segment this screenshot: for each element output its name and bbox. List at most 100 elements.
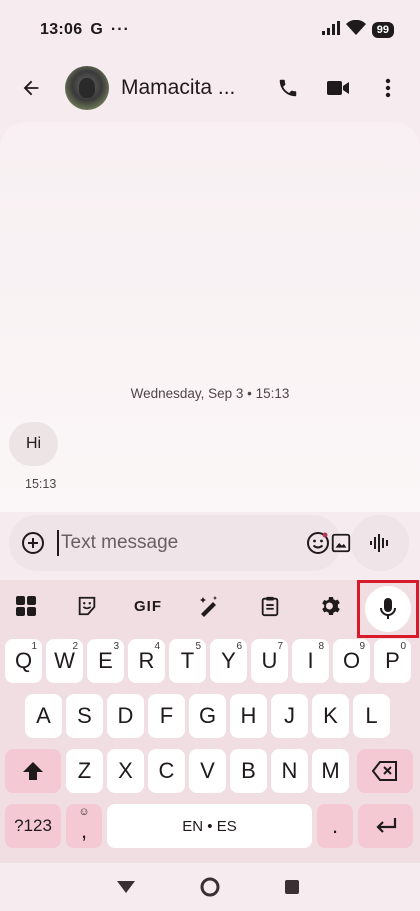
period-key[interactable]: . [317, 804, 353, 848]
key-s[interactable]: S [66, 694, 103, 738]
key-hint: 5 [195, 641, 201, 652]
voice-input-highlight [357, 580, 419, 638]
key-d[interactable]: D [107, 694, 144, 738]
key-w[interactable]: W2 [46, 639, 83, 683]
key-q[interactable]: Q1 [5, 639, 42, 683]
key-hint: 6 [236, 641, 242, 652]
key-hint: 4 [154, 641, 160, 652]
video-call-icon [327, 81, 349, 95]
message-input[interactable] [57, 530, 306, 556]
app-bar: Mamacita ... [0, 60, 420, 116]
key-hint: 2 [72, 641, 78, 652]
emoji-hint-icon: ☺ [78, 806, 90, 818]
key-b[interactable]: B [230, 749, 267, 793]
compose-bar [9, 515, 351, 571]
key-o[interactable]: O9 [333, 639, 370, 683]
video-call-button[interactable] [316, 66, 360, 110]
key-g[interactable]: G [189, 694, 226, 738]
magic-edit-button[interactable] [189, 586, 229, 626]
key-m[interactable]: M [312, 749, 349, 793]
gif-button[interactable]: GIF [128, 586, 168, 626]
battery-icon: 99 [371, 22, 394, 38]
clipboard-icon [261, 596, 279, 617]
message-time: 15:13 [25, 477, 57, 491]
clipboard-button[interactable] [250, 586, 290, 626]
more-vert-icon [385, 78, 391, 98]
nav-home-button[interactable] [194, 873, 226, 901]
backspace-key[interactable] [357, 749, 413, 793]
microphone-icon [380, 598, 396, 619]
key-j[interactable]: J [271, 694, 308, 738]
google-icon: G [90, 21, 103, 38]
more-options-button[interactable] [366, 66, 410, 110]
key-label: O [342, 648, 361, 673]
nav-recents-button[interactable] [276, 873, 308, 901]
apps-button[interactable] [6, 586, 46, 626]
enter-key[interactable] [358, 804, 413, 848]
gif-icon: GIF [134, 597, 162, 615]
key-label: U [261, 648, 278, 673]
keyboard-toolbar: GIF [0, 580, 420, 638]
key-label: R [138, 648, 155, 673]
key-p[interactable]: P0 [374, 639, 411, 683]
key-label: T [180, 648, 195, 673]
comma-label: , [80, 818, 88, 843]
gallery-button[interactable] [330, 525, 352, 561]
key-f[interactable]: F [148, 694, 185, 738]
key-a[interactable]: A [25, 694, 62, 738]
date-header: Wednesday, Sep 3 • 15:13 [130, 386, 290, 401]
contact-name[interactable]: Mamacita ... [121, 76, 235, 100]
signal-icon [321, 20, 340, 40]
key-i[interactable]: I8 [292, 639, 329, 683]
call-button[interactable] [266, 66, 310, 110]
app-actions [266, 66, 410, 110]
key-hint: 9 [359, 641, 365, 652]
key-y[interactable]: Y6 [210, 639, 247, 683]
key-hint: 7 [277, 641, 283, 652]
voice-input-button[interactable] [365, 586, 411, 632]
key-u[interactable]: U7 [251, 639, 288, 683]
square-icon [285, 880, 299, 894]
message-bubble[interactable]: Hi [9, 422, 59, 466]
settings-button[interactable] [311, 586, 351, 626]
symbols-key[interactable]: ?123 [5, 804, 61, 848]
back-arrow-icon [23, 80, 39, 96]
key-k[interactable]: K [312, 694, 349, 738]
nav-back-button[interactable] [110, 873, 142, 901]
conversation-area[interactable]: Wednesday, Sep 3 • 15:13 Hi 15:13 [0, 122, 420, 512]
key-n[interactable]: N [271, 749, 308, 793]
avatar[interactable] [65, 66, 109, 110]
key-t[interactable]: T5 [169, 639, 206, 683]
key-label: E [98, 648, 113, 673]
apps-grid-icon [16, 596, 36, 616]
key-label: Q [14, 648, 33, 673]
key-label: Y [221, 648, 236, 673]
more-notifications-icon: ··· [110, 21, 130, 38]
status-icons: 99 [321, 19, 394, 40]
sticker-button[interactable] [67, 586, 107, 626]
key-z[interactable]: Z [66, 749, 103, 793]
add-circle-icon [22, 532, 44, 554]
key-e[interactable]: E3 [87, 639, 124, 683]
space-bar[interactable]: EN • ES [107, 804, 312, 848]
triangle-down-icon [117, 881, 135, 893]
key-c[interactable]: C [148, 749, 185, 793]
key-l[interactable]: L [353, 694, 390, 738]
system-nav-bar [0, 863, 420, 911]
status-bar: 13:06 G ··· 99 [0, 0, 420, 60]
key-r[interactable]: R4 [128, 639, 165, 683]
key-label: P [385, 648, 400, 673]
shift-key[interactable] [5, 749, 61, 793]
key-v[interactable]: V [189, 749, 226, 793]
backspace-icon [372, 761, 397, 781]
back-button[interactable] [9, 66, 53, 110]
emoji-button[interactable] [306, 525, 330, 561]
comma-key[interactable]: ☺ , [66, 804, 102, 848]
home-circle-icon [200, 877, 220, 897]
key-label: I [307, 648, 314, 673]
voice-message-button[interactable] [351, 515, 409, 571]
attach-button[interactable] [21, 525, 45, 561]
key-h[interactable]: H [230, 694, 267, 738]
phone-icon [279, 79, 297, 97]
key-x[interactable]: X [107, 749, 144, 793]
